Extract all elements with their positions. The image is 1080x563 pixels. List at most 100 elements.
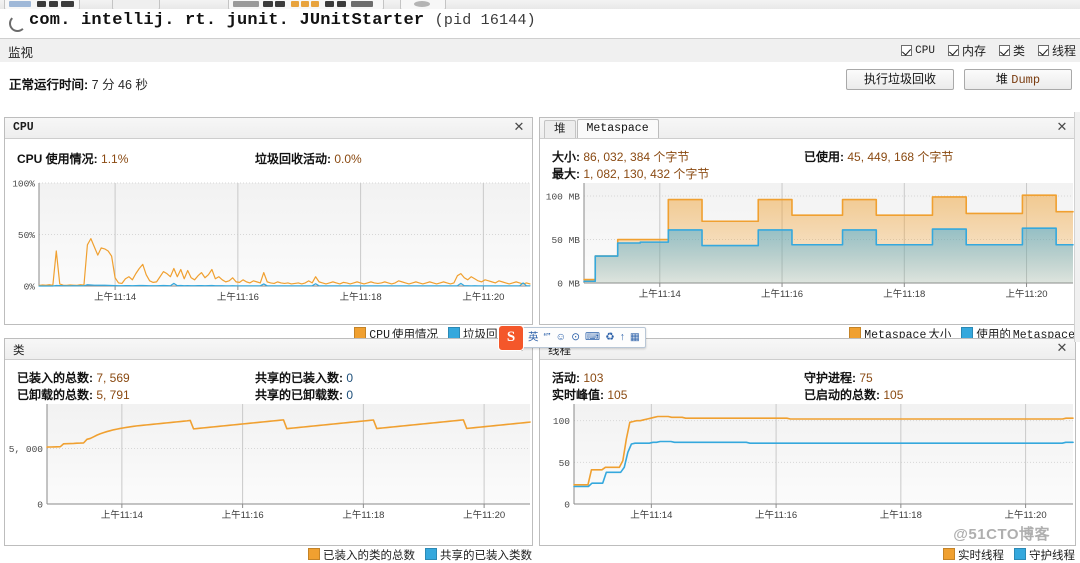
stat-gc-activity: 垃圾回收活动: 0.0% <box>255 150 362 167</box>
toolbar-icon-f <box>263 1 273 7</box>
panel-classes-stats: 已装入的总数: 7, 569 共享的已装入数: 0 已卸载的总数: 5, 791… <box>5 360 532 402</box>
svg-text:100: 100 <box>553 416 570 427</box>
page-title: com. intellij. rt. junit. JUnitStarter (… <box>29 11 536 30</box>
classes-chart-svg: 5, 000 0 上午11:14 上午11:16 上午11:18 上午11:20 <box>9 404 531 521</box>
memory-tab-group: 堆 Metaspace <box>544 119 660 138</box>
ime-toolbar[interactable]: S 英 “” ☺ ⊙ ⌨ ♻ ↑ ▦ <box>498 325 646 351</box>
checkbox-cpu[interactable]: CPU <box>901 45 935 57</box>
stat-value: 0.0% <box>334 152 362 166</box>
ime-emoji-icon[interactable]: ☺ <box>556 332 567 343</box>
toolbar-icon-k <box>325 1 334 7</box>
uptime-block: 正常运行时间: 7 分 46 秒 <box>9 74 148 93</box>
panel-classes-header: 类 ✕ <box>5 339 532 360</box>
ime-toolbox-icon[interactable]: ▦ <box>630 332 640 343</box>
close-icon[interactable]: ✕ <box>1055 120 1069 134</box>
tab-monitor[interactable]: 监视 <box>8 42 33 61</box>
stat-value: 86, 032, 384 个字节 <box>583 150 690 164</box>
legend-label: 守护线程 <box>1029 550 1075 562</box>
checkbox-memory[interactable]: 内存 <box>947 42 986 59</box>
svg-text:上午11:14: 上午11:14 <box>101 509 143 521</box>
svg-text:上午11:20: 上午11:20 <box>462 291 504 303</box>
svg-text:100 MB: 100 MB <box>546 192 581 203</box>
svg-text:上午11:18: 上午11:18 <box>342 509 384 521</box>
svg-text:上午11:16: 上午11:16 <box>761 288 803 300</box>
checkbox-classes[interactable]: 类 <box>998 42 1025 59</box>
stat-label: 已使用: <box>804 150 844 164</box>
ime-lang-icon[interactable]: 英 <box>528 332 539 343</box>
metaspace-chart[interactable]: 0 MB 50 MB 100 MB 上午11:14 上午11:16 上午11:18 上午11… <box>540 179 1075 303</box>
svg-text:50: 50 <box>559 458 571 469</box>
svg-text:上午11:18: 上午11:18 <box>340 291 382 303</box>
stat-label: 大小: <box>552 150 580 164</box>
toolbar-icon-b <box>37 1 46 7</box>
stat-classes-shared-loaded: 共享的已装入数: 0 <box>255 369 353 386</box>
ime-punctuation-icon[interactable]: “” <box>544 332 551 343</box>
ime-skin-icon[interactable]: ↑ <box>620 332 625 343</box>
panel-cpu-header: CPU ✕ <box>5 118 532 139</box>
svg-text:上午11:14: 上午11:14 <box>630 509 672 521</box>
checkbox-cpu-label: CPU <box>915 44 935 57</box>
process-name: com. intellij. rt. junit. JUnitStarter <box>29 11 425 30</box>
panel-memory: 堆 Metaspace ✕ 大小: 86, 032, 384 个字节 已使用: … <box>539 117 1076 342</box>
toolbar-icon-d <box>61 1 74 7</box>
stat-value: 45, 449, 168 个字节 <box>847 150 954 164</box>
sogou-logo-icon[interactable]: S <box>498 325 524 351</box>
svg-text:50 MB: 50 MB <box>551 235 580 246</box>
panel-classes: 类 ✕ 已装入的总数: 7, 569 共享的已装入数: 0 已卸载的总数: 5,… <box>4 338 533 562</box>
chart-toggle-group: CPU 内存 类 线程 <box>901 42 1076 59</box>
cpu-chart[interactable]: 0% 50% 100% 上午11:14 上午11:16 上午11:18 上午11:20 <box>5 179 532 306</box>
stat-metaspace-size: 大小: 86, 032, 384 个字节 <box>552 148 689 165</box>
stat-label: 活动: <box>552 371 580 385</box>
svg-text:0%: 0% <box>24 282 36 293</box>
legend-item-classes-shared: 共享的已装入类数 <box>425 547 532 563</box>
svg-text:上午11:16: 上午11:16 <box>217 291 259 303</box>
svg-text:上午11:14: 上午11:14 <box>94 291 136 303</box>
close-icon[interactable]: ✕ <box>1055 341 1069 355</box>
stat-label: 垃圾回收活动: <box>255 152 331 166</box>
threads-chart[interactable]: 100 50 0 上午11:14 上午11:16 上午11:18 上午11:20 <box>540 400 1075 524</box>
checkbox-threads[interactable]: 线程 <box>1037 42 1076 59</box>
toolbar-icon-e <box>233 1 259 7</box>
heap-dump-label-cn: 堆 <box>995 72 1008 86</box>
svg-text:上午11:18: 上午11:18 <box>880 509 922 521</box>
legend-label: 实时线程 <box>958 550 1004 562</box>
monitor-tabbar: 监视 CPU 内存 类 线程 <box>0 38 1080 64</box>
heap-dump-button[interactable]: 堆 Dump <box>964 69 1072 90</box>
stat-label: 共享的已装入数: <box>255 371 343 385</box>
stat-value: 7, 569 <box>96 371 130 385</box>
svg-text:5, 000: 5, 000 <box>9 444 44 455</box>
toolbar-icon-i <box>301 1 309 7</box>
vertical-scrollbar[interactable] <box>1074 112 1080 342</box>
svg-text:上午11:16: 上午11:16 <box>755 509 797 521</box>
svg-text:上午11:20: 上午11:20 <box>463 509 505 521</box>
threads-chart-svg: 100 50 0 上午11:14 上午11:16 上午11:18 上午11:20 <box>553 404 1074 521</box>
panel-threads: 线程 ✕ 活动: 103 守护进程: 75 实时峰值: 105 已启动的总数: … <box>539 338 1076 562</box>
tab-metaspace[interactable]: Metaspace <box>576 119 659 138</box>
ime-mic-icon[interactable]: ⊙ <box>571 332 580 343</box>
uptime-label: 正常运行时间: <box>9 78 89 92</box>
stat-value: 103 <box>583 371 604 385</box>
stat-label: 守护进程: <box>804 371 856 385</box>
toolbar-icon-l <box>337 1 346 7</box>
checkbox-classes-label: 类 <box>1012 44 1025 58</box>
panel-cpu-title: CPU <box>13 121 34 134</box>
legend-item-classes-loaded: 已装入的类的总数 <box>308 547 415 563</box>
stat-metaspace-used: 已使用: 45, 449, 168 个字节 <box>804 148 953 165</box>
close-icon[interactable]: ✕ <box>512 120 526 134</box>
classes-chart[interactable]: 5, 000 0 上午11:14 上午11:16 上午11:18 上午11:20 <box>5 400 532 524</box>
svg-text:上午11:18: 上午11:18 <box>883 288 925 300</box>
panel-memory-stats: 大小: 86, 032, 384 个字节 已使用: 45, 449, 168 个… <box>540 139 1075 181</box>
checkbox-icon <box>901 45 913 56</box>
ime-handwriting-icon[interactable]: ♻ <box>605 332 614 343</box>
perform-gc-button[interactable]: 执行垃圾回收 <box>846 69 954 90</box>
tab-heap[interactable]: 堆 <box>544 120 576 138</box>
threads-chart-legend: 实时线程 守护线程 <box>943 547 1075 563</box>
stat-classes-loaded-total: 已装入的总数: 7, 569 <box>17 369 130 386</box>
heap-dump-label-en: Dump <box>1011 73 1041 87</box>
ime-keyboard-icon[interactable]: ⌨ <box>585 332 600 343</box>
panel-threads-stats: 活动: 103 守护进程: 75 实时峰值: 105 已启动的总数: 105 <box>540 360 1075 402</box>
stat-value: 0 <box>346 371 354 385</box>
panel-memory-header: 堆 Metaspace ✕ <box>540 118 1075 139</box>
svg-text:0: 0 <box>564 500 570 511</box>
action-buttons: 执行垃圾回收 堆 Dump <box>846 69 1072 90</box>
